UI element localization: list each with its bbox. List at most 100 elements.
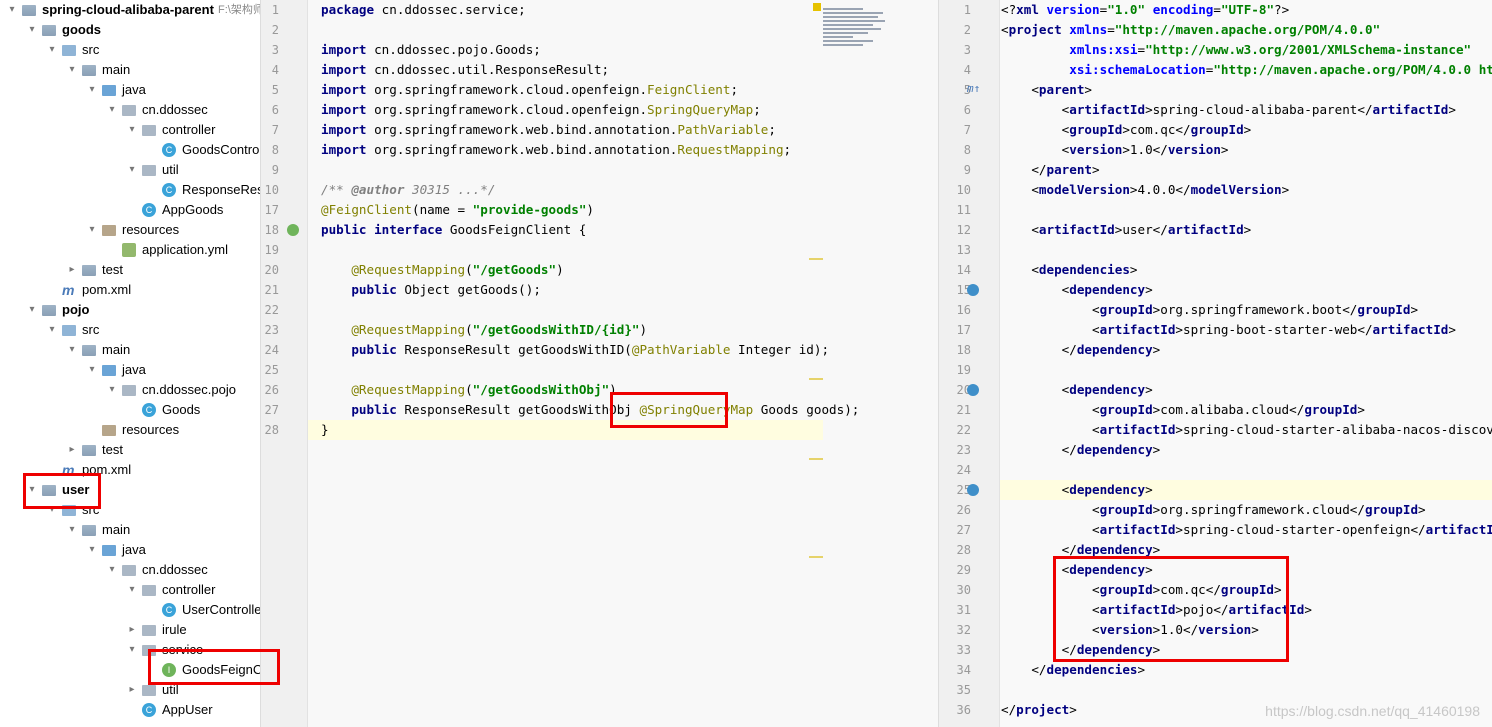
tree-item-src[interactable]: ▾ src [0, 320, 260, 340]
xml-code-line[interactable]: <groupId>com.qc</groupId> [1001, 120, 1252, 140]
java-code-line[interactable]: /** @author 30315 ...*/ [321, 180, 495, 200]
java-code-line[interactable]: public Object getGoods(); [321, 280, 541, 300]
xml-code-line[interactable]: <?xml version="1.0" encoding="UTF-8"?> [1001, 0, 1289, 20]
warning-stripe-marker[interactable] [809, 378, 823, 380]
chevron-down-icon[interactable]: ▾ [26, 300, 38, 320]
xml-code-line[interactable]: <artifactId>spring-cloud-starter-alibaba… [1001, 420, 1492, 440]
chevron-down-icon[interactable]: ▾ [46, 40, 58, 60]
chevron-down-icon[interactable]: ▾ [126, 580, 138, 600]
warning-stripe-marker[interactable] [809, 258, 823, 260]
tree-item-spring-cloud-alibaba-parent[interactable]: ▾ spring-cloud-alibaba-parent F:\架构师 [0, 0, 260, 20]
java-code-line[interactable]: import cn.ddossec.util.ResponseResult; [321, 60, 609, 80]
xml-code-line[interactable]: </dependency> [1001, 340, 1161, 360]
implemented-interface-gutter-icon[interactable] [287, 224, 299, 236]
java-code-line[interactable]: import org.springframework.web.bind.anno… [321, 120, 776, 140]
xml-code-line[interactable]: <artifactId>user</artifactId> [1001, 220, 1251, 240]
warning-stripe-marker[interactable] [809, 556, 823, 558]
tree-item-main[interactable]: ▾ main [0, 60, 260, 80]
xml-code-line[interactable]: <groupId>com.alibaba.cloud</groupId> [1001, 400, 1365, 420]
chevron-down-icon[interactable]: ▾ [106, 560, 118, 580]
xml-code-line[interactable]: <artifactId>spring-cloud-starter-openfei… [1001, 520, 1492, 540]
xml-code-line[interactable]: <dependency> [1001, 380, 1153, 400]
chevron-down-icon[interactable]: ▾ [26, 20, 38, 40]
xml-code-line[interactable]: <dependency> [1001, 280, 1153, 300]
parent-pom-gutter-icon[interactable]: m↑ [967, 82, 980, 95]
java-code-line[interactable]: public ResponseResult getGoodsWithID(@Pa… [321, 340, 829, 360]
java-code-line[interactable]: import cn.ddossec.pojo.Goods; [321, 40, 541, 60]
xml-code-line[interactable]: xsi:schemaLocation="http://maven.apache.… [1001, 60, 1492, 80]
java-code-line[interactable]: @RequestMapping("/getGoods") [321, 260, 563, 280]
chevron-down-icon[interactable]: ▾ [126, 160, 138, 180]
chevron-down-icon[interactable]: ▾ [106, 380, 118, 400]
xml-code-line[interactable]: </parent> [1001, 160, 1099, 180]
xml-code-line[interactable]: xmlns:xsi="http://www.w3.org/2001/XMLSch… [1001, 40, 1471, 60]
java-editor-minimap[interactable] [823, 6, 893, 70]
xml-code-line[interactable]: <artifactId>spring-boot-starter-web</art… [1001, 320, 1456, 340]
tree-item-irule[interactable]: ▸ irule [0, 620, 260, 640]
tree-item-controller[interactable]: ▾ controller [0, 580, 260, 600]
chevron-right-icon[interactable]: ▸ [126, 680, 138, 700]
tree-item-util[interactable]: ▾ util [0, 160, 260, 180]
java-code-line[interactable]: @RequestMapping("/getGoodsWithObj") [321, 380, 616, 400]
tree-item-usercontrolle[interactable]: C UserControlle [0, 600, 260, 620]
tree-item-main[interactable]: ▾ main [0, 340, 260, 360]
xml-code-line[interactable]: <parent> [1001, 80, 1092, 100]
tree-item-pojo[interactable]: ▾ pojo [0, 300, 260, 320]
chevron-down-icon[interactable]: ▾ [46, 320, 58, 340]
tree-item-goods[interactable]: ▾ goods [0, 20, 260, 40]
xml-code-line[interactable]: <project xmlns="http://maven.apache.org/… [1001, 20, 1380, 40]
tree-item-resources[interactable]: ▾ resources [0, 220, 260, 240]
xml-code-line[interactable]: <artifactId>spring-cloud-alibaba-parent<… [1001, 100, 1456, 120]
chevron-down-icon[interactable]: ▾ [106, 100, 118, 120]
tree-item-appgoods[interactable]: C AppGoods [0, 200, 260, 220]
chevron-right-icon[interactable]: ▸ [66, 440, 78, 460]
java-editor[interactable]: 1 package cn.ddossec.service; 2 3 import cn.… [260, 0, 939, 727]
chevron-down-icon[interactable]: ▾ [86, 360, 98, 380]
tree-item-goods[interactable]: C Goods [0, 400, 260, 420]
dependency-gutter-icon[interactable] [967, 484, 979, 496]
warning-stripe-marker[interactable] [809, 458, 823, 460]
tree-item-application-yml[interactable]: application.yml [0, 240, 260, 260]
xml-code-line[interactable]: <groupId>org.springframework.boot</group… [1001, 300, 1418, 320]
java-code-line[interactable]: @FeignClient(name = "provide-goods") [321, 200, 594, 220]
chevron-down-icon[interactable]: ▾ [66, 520, 78, 540]
chevron-down-icon[interactable]: ▾ [6, 0, 18, 20]
tree-item-test[interactable]: ▸ test [0, 260, 260, 280]
tree-item-java[interactable]: ▾ java [0, 80, 260, 100]
tree-item-cn-ddossec-pojo[interactable]: ▾ cn.ddossec.pojo [0, 380, 260, 400]
java-code-line[interactable]: import org.springframework.cloud.openfei… [321, 80, 738, 100]
tree-item-java[interactable]: ▾ java [0, 360, 260, 380]
chevron-right-icon[interactable]: ▸ [126, 620, 138, 640]
chevron-down-icon[interactable]: ▾ [66, 340, 78, 360]
tree-item-main[interactable]: ▾ main [0, 520, 260, 540]
tree-item-cn-ddossec[interactable]: ▾ cn.ddossec [0, 560, 260, 580]
dependency-gutter-icon[interactable] [967, 384, 979, 396]
tree-item-pom-xml[interactable]: m pom.xml [0, 280, 260, 300]
xml-code-line[interactable]: <groupId>org.springframework.cloud</grou… [1001, 500, 1426, 520]
chevron-right-icon[interactable]: ▸ [66, 260, 78, 280]
chevron-down-icon[interactable]: ▾ [126, 120, 138, 140]
xml-code-line[interactable]: <modelVersion>4.0.0</modelVersion> [1001, 180, 1289, 200]
tree-item-goodscontrol[interactable]: C GoodsControl [0, 140, 260, 160]
xml-code-line[interactable]: </dependency> [1001, 440, 1161, 460]
java-code-line[interactable]: import org.springframework.web.bind.anno… [321, 140, 791, 160]
xml-code-line[interactable]: </project> [1001, 700, 1077, 720]
java-code-line[interactable]: package cn.ddossec.service; [321, 0, 526, 20]
tree-item-resources[interactable]: resources [0, 420, 260, 440]
inspection-status-icon[interactable] [813, 3, 821, 11]
java-code-line[interactable]: @RequestMapping("/getGoodsWithID/{id}") [321, 320, 647, 340]
chevron-down-icon[interactable]: ▾ [86, 220, 98, 240]
tree-item-controller[interactable]: ▾ controller [0, 120, 260, 140]
chevron-down-icon[interactable]: ▾ [126, 640, 138, 660]
java-code-line[interactable]: import org.springframework.cloud.openfei… [321, 100, 761, 120]
tree-item-test[interactable]: ▸ test [0, 440, 260, 460]
tree-item-java[interactable]: ▾ java [0, 540, 260, 560]
xml-code-line[interactable]: </dependencies> [1001, 660, 1145, 680]
chevron-down-icon[interactable]: ▾ [86, 80, 98, 100]
tree-item-cn-ddossec[interactable]: ▾ cn.ddossec [0, 100, 260, 120]
tree-item-appuser[interactable]: C AppUser [0, 700, 260, 720]
chevron-down-icon[interactable]: ▾ [86, 540, 98, 560]
java-code-line[interactable]: } [321, 420, 329, 440]
xml-code-line[interactable]: <version>1.0</version> [1001, 140, 1229, 160]
tree-item-responseresu[interactable]: C ResponseResu [0, 180, 260, 200]
